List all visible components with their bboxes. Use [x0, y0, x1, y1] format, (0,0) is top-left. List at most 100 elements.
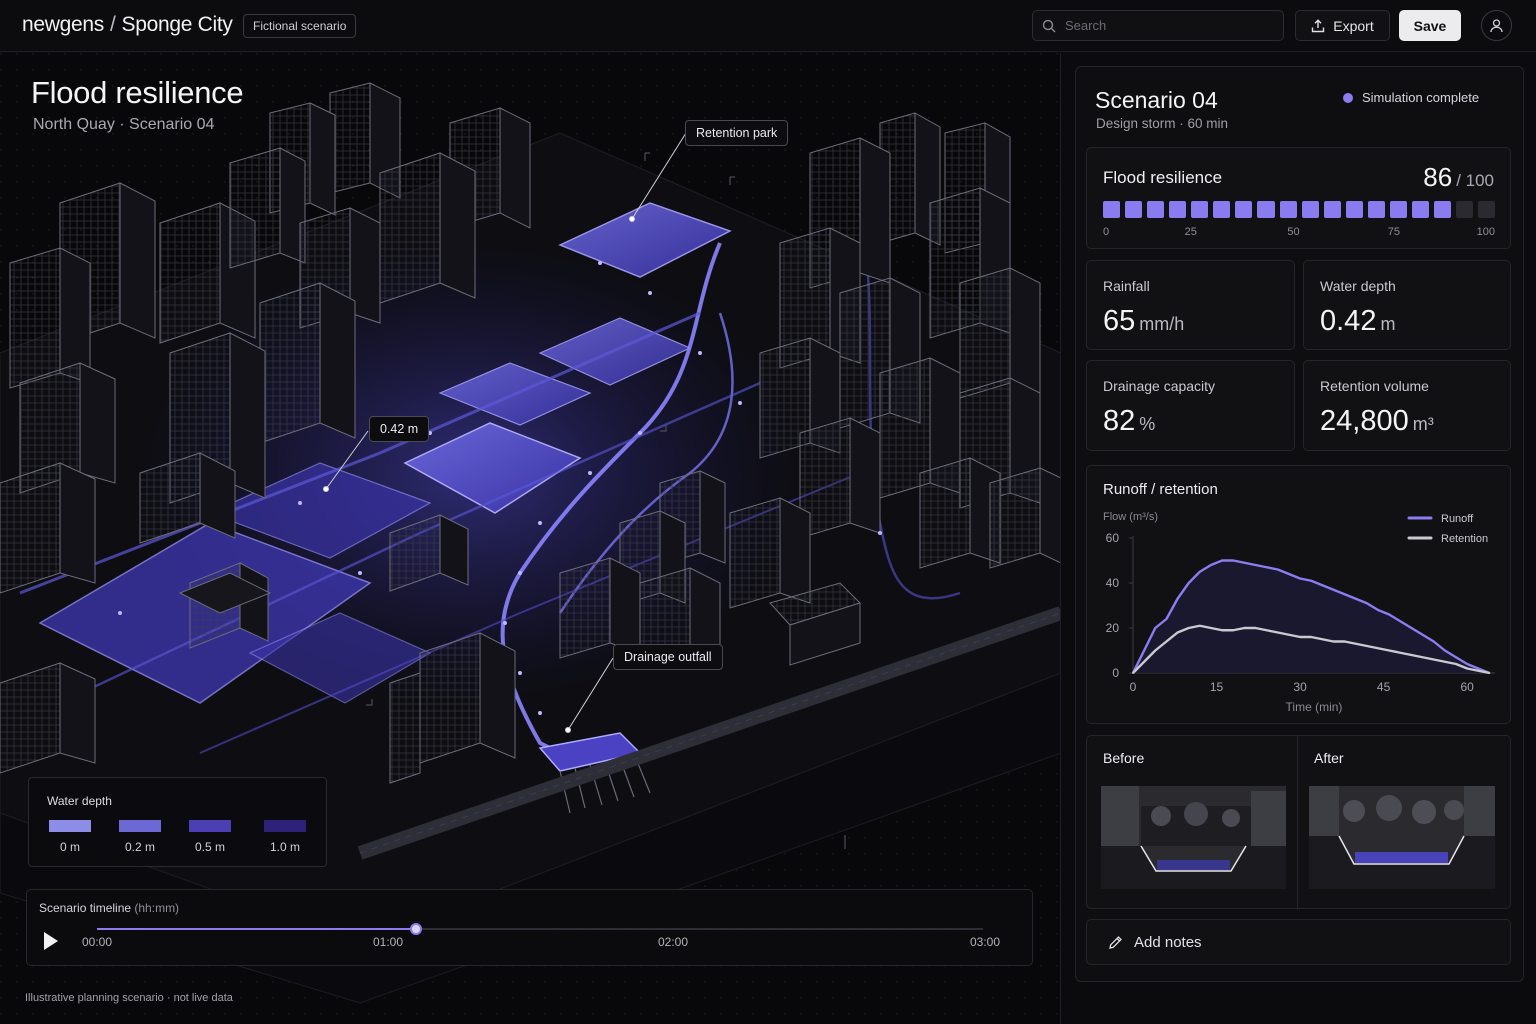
map-viewport[interactable]: Flood resilience North Quay · Scenario 0…: [0, 53, 1061, 1024]
timeline-tick: 03:00: [970, 935, 1001, 949]
callout-water-depth[interactable]: 0.42 m: [369, 416, 430, 442]
legend-label: 0 m: [59, 840, 80, 854]
score-segment: [1191, 201, 1209, 218]
status-text: Simulation complete: [1362, 90, 1480, 105]
brand-logo[interactable]: newgens: [22, 13, 104, 36]
breadcrumb-separator: /: [109, 13, 116, 36]
data-point: [1176, 597, 1179, 600]
search-icon: [1042, 19, 1056, 33]
score-segment: [1213, 201, 1231, 218]
scale-tick: 25: [1184, 226, 1197, 238]
divider: [1297, 736, 1298, 910]
legend-swatch-0m: [49, 820, 91, 832]
breadcrumb: newgens / Sponge City: [22, 13, 233, 37]
data-point: [1310, 636, 1313, 638]
scenario-subtitle: Design storm · 60 min: [1096, 116, 1229, 131]
data-point: [1477, 669, 1480, 672]
data-point: [1343, 593, 1346, 596]
data-point: [1288, 573, 1290, 575]
data-point: [1466, 667, 1469, 670]
city-3d-scene[interactable]: [0, 53, 1061, 1024]
top-bar: newgens/ Sponge City Fictional scenario E…: [0, 0, 1536, 52]
data-point: [1299, 636, 1301, 638]
metric-unit: mm/h: [1139, 314, 1185, 334]
user-avatar[interactable]: [1481, 10, 1512, 41]
callout-retention-park[interactable]: Retention park: [685, 120, 789, 146]
status-badge: Simulation complete: [1343, 90, 1479, 105]
data-point: [1276, 631, 1279, 634]
data-point: [1165, 618, 1168, 620]
score-scale: 0 25 50 75 100: [1103, 226, 1495, 240]
score-segment: [1301, 201, 1319, 218]
runoff-area: [1133, 560, 1490, 673]
data-point: [1377, 609, 1379, 611]
status-dot: [1343, 92, 1353, 103]
legend-label: 0.5 m: [194, 840, 225, 854]
metric-unit: m: [1380, 314, 1396, 334]
timeline-tick: 01:00: [373, 935, 404, 949]
data-point: [1232, 629, 1235, 632]
metric-label: Rainfall: [1103, 278, 1150, 294]
legend-swatch-1.0m: [264, 820, 306, 832]
after-section-image[interactable]: [1309, 786, 1495, 889]
save-button[interactable]: Save: [1399, 10, 1461, 41]
metric-retention-volume: Retention volume 24,800 m³: [1303, 360, 1511, 451]
before-section-image[interactable]: [1101, 786, 1286, 889]
x-tick-label: 30: [1293, 680, 1307, 694]
legend-swatch-0.2m: [119, 820, 161, 832]
y-axis-label: Flow (m³/s): [1103, 511, 1158, 523]
x-tick-label: 0: [1130, 680, 1137, 694]
legend-label: Retention: [1441, 533, 1488, 545]
data-point: [1187, 582, 1190, 584]
y-tick-label: 20: [1106, 621, 1120, 635]
scale-tick: 100: [1476, 226, 1495, 238]
y-tick-label: 40: [1106, 576, 1120, 590]
data-point: [1210, 627, 1212, 629]
y-tick-label: 0: [1112, 666, 1119, 680]
add-notes-button[interactable]: Add notes: [1086, 919, 1511, 965]
score-segment: [1389, 201, 1407, 218]
data-point: [1132, 672, 1134, 674]
score-number: 86: [1423, 162, 1453, 192]
metric-label: Retention volume: [1320, 378, 1429, 394]
timeline-scrubber[interactable]: [409, 923, 422, 935]
data-point: [1165, 640, 1168, 643]
score-segment: [1103, 201, 1121, 218]
metric-value: 82%: [1103, 405, 1155, 438]
data-point: [1288, 633, 1290, 636]
callout-drainage-outfall[interactable]: Drainage outfall: [613, 644, 723, 670]
data-point: [1232, 559, 1235, 562]
metric-rainfall: Rainfall 65 mm/h: [1086, 260, 1295, 350]
add-notes-label: Add notes: [1134, 933, 1202, 951]
x-axis-label: Time (min): [1286, 700, 1343, 714]
scenario-timeline: Scenario timeline (hh:mm) 00:00 01:00 02…: [26, 889, 1033, 966]
search-box[interactable]: [1032, 10, 1284, 41]
legend-title: Water depth: [47, 794, 112, 808]
metric-number: 65: [1103, 305, 1136, 337]
pencil-icon: [1109, 935, 1122, 949]
score-label: Flood resilience: [1103, 168, 1223, 187]
data-point: [1210, 564, 1212, 566]
score-segment: [1345, 201, 1363, 218]
timeline-unit: (hh:mm): [134, 901, 180, 915]
timeline-track[interactable]: [97, 923, 983, 935]
data-point: [1443, 649, 1446, 652]
data-point: [1399, 620, 1402, 623]
score-value: 86/ 100: [1423, 162, 1494, 193]
data-point: [1265, 629, 1268, 632]
map-subtitle: North Quay · Scenario 04: [33, 116, 215, 133]
data-point: [1198, 624, 1201, 627]
runoff-retention-chart-card: Runoff / retention Flow (m³/s) 0 20 40 60 0 15…: [1086, 465, 1511, 724]
play-icon[interactable]: [41, 930, 61, 952]
data-point: [1321, 584, 1324, 587]
data-point: [1366, 602, 1368, 605]
scale-tick: 75: [1387, 226, 1400, 238]
data-point: [1432, 640, 1435, 643]
scenario-panel: Scenario 04 Design storm · 60 min Simula…: [1075, 66, 1524, 982]
project-name[interactable]: Sponge City: [122, 13, 233, 36]
data-point: [1221, 559, 1224, 562]
runoff-retention-chart[interactable]: Flow (m³/s) 0 20 40 60 0 15 30 45 60 Time (min) Run…: [1087, 466, 1512, 725]
export-button[interactable]: Export: [1295, 10, 1390, 41]
data-point: [1276, 568, 1279, 571]
search-input[interactable]: [1065, 11, 1275, 40]
